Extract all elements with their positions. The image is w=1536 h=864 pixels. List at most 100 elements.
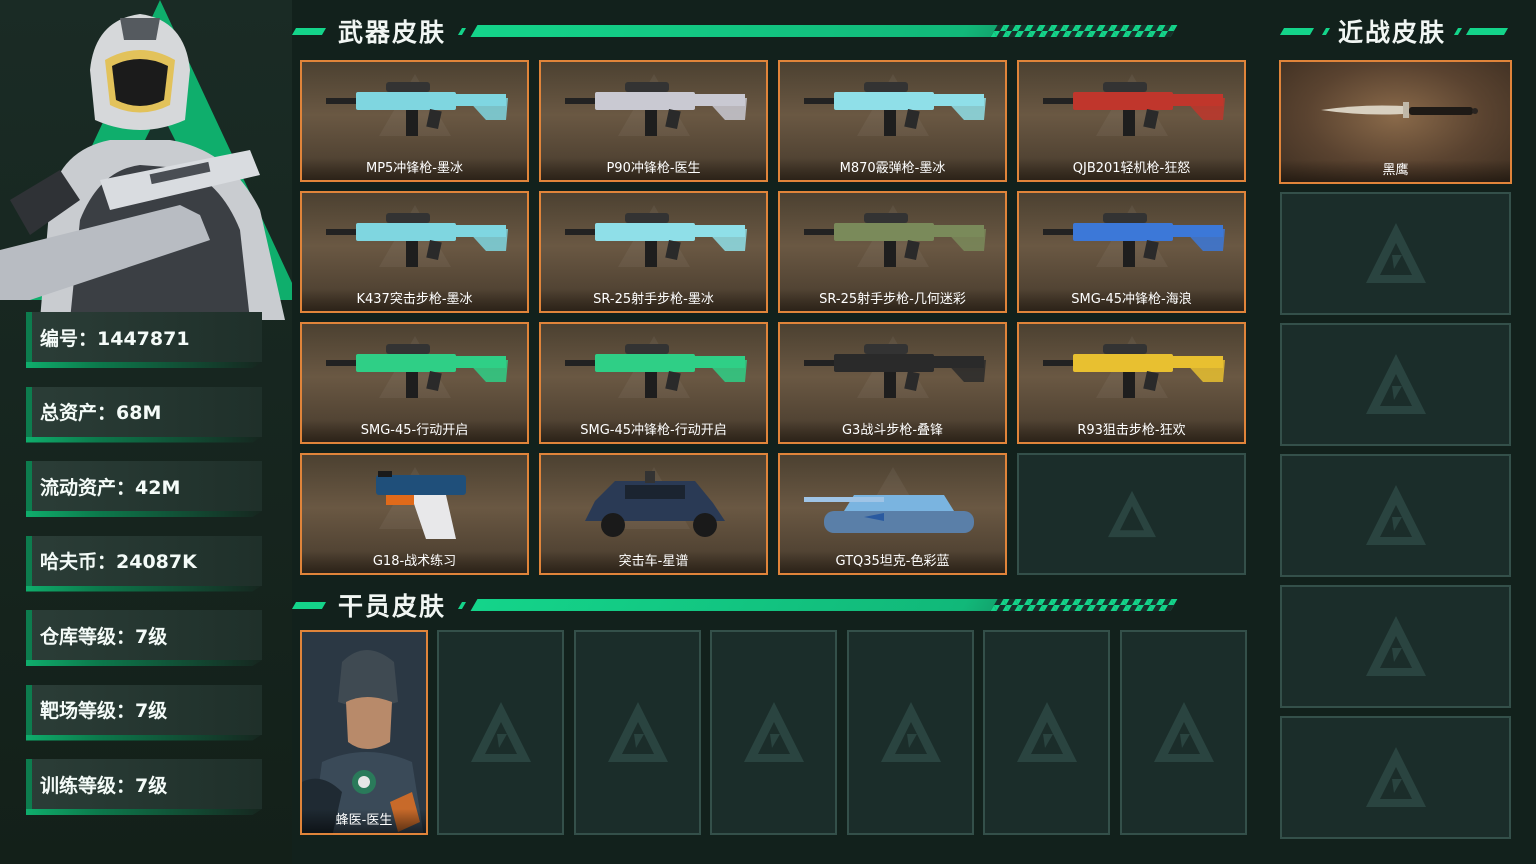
weapon-skin-card[interactable]: K437突击步枪-墨冰 <box>300 191 529 313</box>
header-checker <box>990 25 1178 37</box>
weapon-skin-card[interactable]: 突击车-星谱 <box>539 453 768 575</box>
weapon-skin-name: G18-战术练习 <box>302 551 527 573</box>
placeholder-logo-icon <box>1153 701 1214 762</box>
weapon-skin-name: SR-25射手步枪-墨冰 <box>541 289 766 311</box>
weapon-skin-card[interactable]: SMG-45-行动开启 <box>300 322 529 444</box>
weapon-skin-card[interactable]: SR-25射手步枪-墨冰 <box>539 191 768 313</box>
weapon-skin-name: M870霰弹枪-墨冰 <box>780 158 1005 180</box>
weapon-skin-card[interactable]: GTQ35坦克-色彩蓝 <box>778 453 1007 575</box>
pistol-image <box>376 471 466 539</box>
header-dash <box>457 601 467 609</box>
weapon-skin-name: QJB201轻机枪-狂怒 <box>1019 158 1244 180</box>
weapon-image <box>565 82 747 136</box>
stat-accent <box>26 461 32 511</box>
weapon-skin-card[interactable]: SMG-45冲锋枪-海浪 <box>1017 191 1246 313</box>
empty-agent-slot[interactable] <box>574 630 701 835</box>
header-bar <box>470 25 1178 37</box>
header-dash <box>1321 27 1331 35</box>
stat-label: 编号：1447871 <box>40 327 190 350</box>
empty-agent-slot[interactable] <box>847 630 974 835</box>
header-dash <box>457 27 467 35</box>
weapon-skin-card[interactable]: MP5冲锋枪-墨冰 <box>300 60 529 182</box>
stat-haf-coins: 哈夫币：24087K <box>26 535 262 586</box>
stat-liquid-assets: 流动资产：42M <box>26 461 262 511</box>
melee-skins-title: 近战皮肤 <box>1338 18 1447 47</box>
placeholder-logo-icon <box>1365 353 1426 414</box>
empty-melee-slot[interactable] <box>1280 454 1511 577</box>
weapon-image <box>1043 344 1225 398</box>
stat-accent <box>26 684 32 735</box>
melee-skins-header: 近战皮肤 <box>1279 14 1512 48</box>
header-dash <box>291 27 327 35</box>
weapon-skin-name: SMG-45冲锋枪-行动开启 <box>541 420 766 442</box>
weapon-image <box>565 213 747 267</box>
empty-melee-slot[interactable] <box>1280 323 1511 446</box>
weapon-skins-title: 武器皮肤 <box>338 18 447 47</box>
agent-skin-name: 蜂医-医生 <box>302 809 426 833</box>
weapon-skin-name: SR-25射手步枪-几何迷彩 <box>780 289 1005 311</box>
stat-label: 靶场等级：7级 <box>40 700 168 722</box>
agent-skins-title: 干员皮肤 <box>338 592 447 621</box>
placeholder-logo-icon <box>470 701 531 762</box>
empty-agent-slot[interactable] <box>983 630 1110 835</box>
empty-weapon-slot[interactable] <box>1017 453 1246 575</box>
weapon-image <box>565 344 747 398</box>
header-dash <box>1465 27 1509 35</box>
weapon-image <box>804 344 986 398</box>
weapon-image <box>804 213 986 267</box>
weapon-skin-name: GTQ35坦克-色彩蓝 <box>780 551 1005 573</box>
weapon-skin-card[interactable]: P90冲锋枪-医生 <box>539 60 768 182</box>
weapon-skin-card[interactable]: R93狙击步枪-狂欢 <box>1017 322 1246 444</box>
tank-image <box>804 495 974 533</box>
agent-skins-header: 干员皮肤 <box>291 588 1246 622</box>
weapon-skin-name: SMG-45-行动开启 <box>302 420 527 442</box>
stat-accent <box>26 312 32 362</box>
header-dash <box>1453 27 1463 35</box>
empty-agent-slot[interactable] <box>437 630 564 835</box>
weapon-skin-name: K437突击步枪-墨冰 <box>302 289 527 311</box>
placeholder-logo-icon <box>743 701 804 762</box>
placeholder-logo-icon <box>1365 222 1426 283</box>
weapon-skin-card[interactable]: SMG-45冲锋枪-行动开启 <box>539 322 768 444</box>
melee-skin-card[interactable]: 黑鹰 <box>1279 60 1512 184</box>
empty-melee-slot[interactable] <box>1280 192 1511 315</box>
stat-accent <box>26 535 32 586</box>
stat-player-id: 编号：1447871 <box>26 312 262 362</box>
empty-agent-slot[interactable] <box>1120 630 1247 835</box>
placeholder-logo-icon <box>1365 746 1426 807</box>
weapon-skin-card[interactable]: G3战斗步枪-叠锋 <box>778 322 1007 444</box>
weapon-skin-card[interactable]: M870霰弹枪-墨冰 <box>778 60 1007 182</box>
empty-melee-slot[interactable] <box>1280 716 1511 839</box>
stat-accent <box>26 610 32 660</box>
stat-label: 总资产：68M <box>40 402 162 424</box>
weapon-image <box>326 213 508 267</box>
stat-accent <box>26 759 32 809</box>
placeholder-logo-icon <box>1016 701 1077 762</box>
stat-training-level: 训练等级：7级 <box>26 759 262 809</box>
placeholder-logo-icon <box>1107 490 1156 538</box>
weapon-skin-card[interactable]: QJB201轻机枪-狂怒 <box>1017 60 1246 182</box>
stat-accent <box>26 386 32 437</box>
weapon-skin-name: 突击车-星谱 <box>541 551 766 573</box>
stat-warehouse-level: 仓库等级：7级 <box>26 610 262 660</box>
weapon-skin-name: R93狙击步枪-狂欢 <box>1019 420 1244 442</box>
weapon-skin-name: SMG-45冲锋枪-海浪 <box>1019 289 1244 311</box>
melee-skin-name: 黑鹰 <box>1281 160 1510 182</box>
empty-agent-slot[interactable] <box>710 630 837 835</box>
agent-skin-card[interactable]: 蜂医-医生 <box>300 630 428 835</box>
weapon-skin-name: MP5冲锋枪-墨冰 <box>302 158 527 180</box>
weapon-skin-card[interactable]: G18-战术练习 <box>300 453 529 575</box>
weapon-skin-card[interactable]: SR-25射手步枪-几何迷彩 <box>778 191 1007 313</box>
agent-portrait <box>302 632 426 833</box>
empty-melee-slot[interactable] <box>1280 585 1511 708</box>
weapon-image <box>1043 213 1225 267</box>
operator-figure <box>0 14 285 320</box>
stat-label: 哈夫币：24087K <box>40 551 197 573</box>
placeholder-logo-icon <box>1365 615 1426 676</box>
header-bar <box>470 599 1178 611</box>
weapon-image <box>1043 82 1225 136</box>
placeholder-logo-icon <box>880 701 941 762</box>
weapon-skin-name: P90冲锋枪-医生 <box>541 158 766 180</box>
stat-range-level: 靶场等级：7级 <box>26 684 262 735</box>
header-dash <box>291 601 327 609</box>
